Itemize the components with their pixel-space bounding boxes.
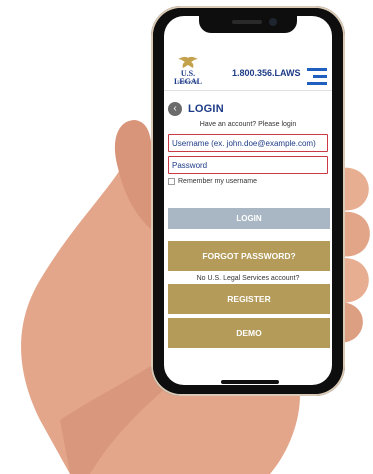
have-account-text: Have an account? Please login: [199, 121, 297, 128]
page-title: LOGIN: [188, 103, 224, 115]
menu-icon-bar: [313, 75, 327, 78]
login-button[interactable]: LOGIN: [168, 208, 330, 229]
demo-button[interactable]: DEMO: [168, 318, 330, 348]
username-input[interactable]: [168, 134, 328, 152]
menu-button[interactable]: [307, 68, 327, 86]
speaker-icon: [232, 20, 262, 24]
phone-number-link[interactable]: 1.800.356.LAWS: [232, 68, 301, 78]
menu-icon: [307, 68, 327, 71]
home-indicator: [221, 380, 279, 384]
register-button[interactable]: REGISTER: [168, 284, 330, 314]
app-header: U.S. LEGAL SERVICES 1.800.356.LAWS: [164, 38, 332, 91]
no-account-text: No U.S. Legal Services account?: [196, 275, 300, 282]
logo[interactable]: U.S. LEGAL SERVICES: [168, 56, 208, 88]
phone-notch: [199, 13, 297, 33]
camera-icon: [269, 18, 277, 26]
eagle-icon: [178, 56, 198, 68]
back-arrow-icon[interactable]: ‹: [168, 102, 182, 116]
title-row: ‹ LOGIN: [168, 102, 328, 118]
menu-icon-bar: [307, 82, 327, 85]
remember-label: Remember my username: [178, 178, 257, 185]
phone-screen: U.S. LEGAL SERVICES 1.800.356.LAWS ‹ LOG…: [164, 16, 332, 385]
remember-username[interactable]: Remember my username: [168, 177, 328, 187]
password-input[interactable]: [168, 156, 328, 174]
remember-checkbox[interactable]: [168, 178, 175, 185]
forgot-password-button[interactable]: FORGOT PASSWORD?: [168, 241, 330, 271]
logo-subtitle: SERVICES: [177, 79, 199, 84]
